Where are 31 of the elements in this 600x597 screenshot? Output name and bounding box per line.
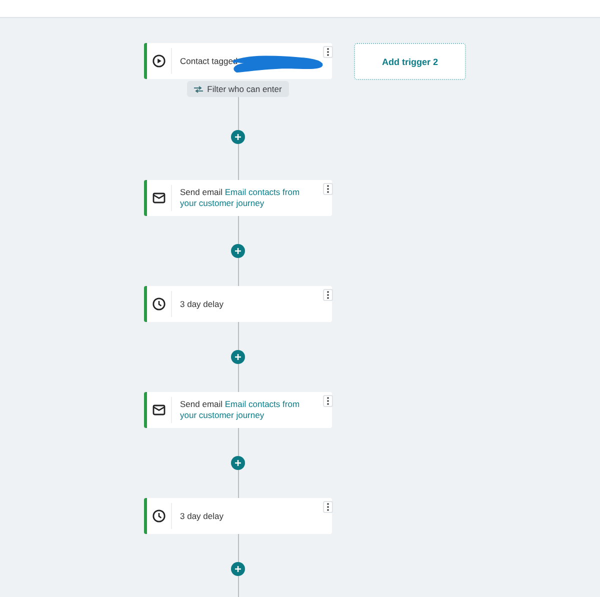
step-label: 3 day delay (180, 298, 224, 308)
more-menu-button[interactable] (323, 289, 333, 301)
step-description: Send email Email contacts from your customer journey (180, 187, 300, 208)
filter-button[interactable]: Filter who can enter (187, 81, 289, 97)
plus-icon (235, 134, 241, 140)
more-menu-button[interactable] (323, 46, 333, 58)
add-step-button[interactable] (231, 456, 245, 470)
plus-icon (235, 354, 241, 360)
add-step-button[interactable] (231, 562, 245, 576)
envelope-icon (152, 403, 166, 417)
play-circle-icon (152, 54, 166, 68)
envelope-icon (152, 191, 166, 205)
clock-icon (152, 297, 166, 311)
step-card[interactable]: Send email Email contacts from your customer journey (144, 392, 332, 428)
plus-icon (235, 248, 241, 254)
step-label: 3 day delay (180, 510, 224, 520)
add-step-button[interactable] (231, 130, 245, 144)
add-trigger-button[interactable]: Add trigger 2 (354, 43, 466, 80)
step-description: Send email Email contacts from your customer journey (180, 399, 300, 420)
more-menu-button[interactable] (323, 501, 333, 513)
step-card[interactable]: 3 day delay (144, 286, 332, 322)
step-card[interactable]: 3 day delay (144, 498, 332, 534)
add-step-button[interactable] (231, 244, 245, 258)
clock-icon (152, 509, 166, 523)
filter-icon (194, 86, 204, 92)
more-menu-button[interactable] (323, 183, 333, 195)
more-menu-button[interactable] (323, 395, 333, 407)
plus-icon (235, 566, 241, 572)
plus-icon (235, 460, 241, 466)
step-card[interactable]: Send email Email contacts from your customer journey (144, 180, 332, 216)
add-step-button[interactable] (231, 350, 245, 364)
